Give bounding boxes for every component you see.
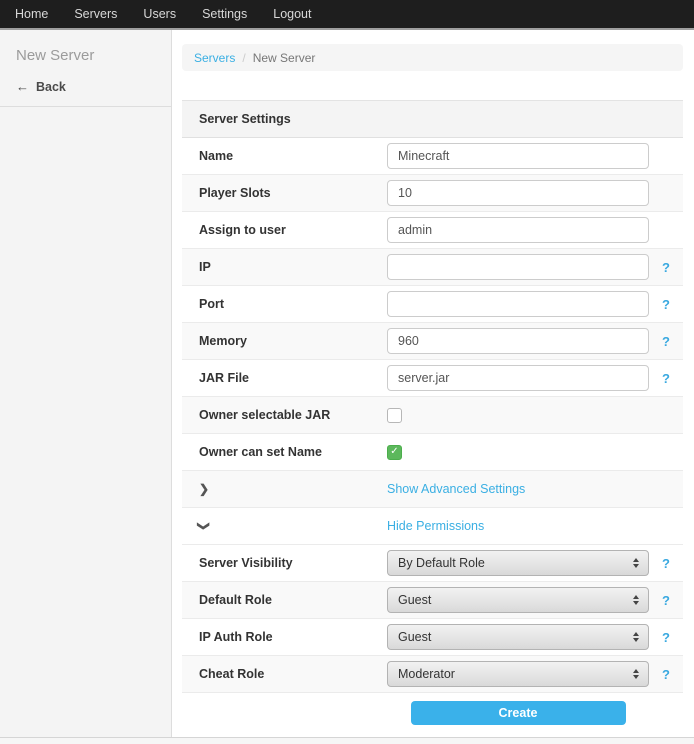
form-row-port: Port? [182,286,683,323]
sidebar: New Server ← Back [0,30,172,737]
chevron-right-icon: ❯ [199,482,209,496]
server-visibility-select[interactable]: By Default Role [387,550,649,576]
ip-auth-role-select[interactable]: Guest [387,624,649,650]
jar-file-input[interactable] [387,365,649,391]
owner-can-set-name-checkbox[interactable]: ✓ [387,445,402,460]
hide-permissions-link[interactable]: Hide Permissions [387,519,484,533]
server-visibility-label: Server Visibility [199,556,293,570]
nav-item-settings[interactable]: Settings [189,0,260,28]
page-bottom-strip [0,737,694,744]
owner-selectable-jar-label: Owner selectable JAR [199,408,330,422]
port-label: Port [199,297,224,311]
ip-input[interactable] [387,254,649,280]
default-role-select[interactable]: Guest [387,587,649,613]
form-row-memory: Memory? [182,323,683,360]
cheat-role-select[interactable]: Moderator [387,661,649,687]
default-role-help-icon[interactable]: ? [662,593,670,608]
assign-to-user-input[interactable] [387,217,649,243]
show-advanced-settings-link[interactable]: Show Advanced Settings [387,482,525,496]
default-role-label: Default Role [199,593,272,607]
ip-auth-role-label: IP Auth Role [199,630,273,644]
player-slots-label: Player Slots [199,186,271,200]
selected-option: Moderator [398,667,633,681]
form-row-name: Name [182,138,683,175]
nav-item-logout[interactable]: Logout [260,0,324,28]
breadcrumb-separator: / [242,51,245,65]
ip-help-icon[interactable]: ? [662,260,670,275]
select-stepper-icon [633,595,639,605]
create-button[interactable]: Create [411,701,626,725]
page-title: New Server [0,30,171,64]
server-visibility-help-icon[interactable]: ? [662,556,670,571]
breadcrumb-servers-link[interactable]: Servers [194,51,235,65]
ip-label: IP [199,260,211,274]
nav-item-servers[interactable]: Servers [61,0,130,28]
form-row-owner-selectable-jar: Owner selectable JAR [182,397,683,434]
table-header: Server Settings [182,101,683,138]
name-label: Name [199,149,233,163]
content-area: New Server ← Back Servers / New Server S… [0,30,694,737]
form-row-ip-auth-role: IP Auth Role Guest? [182,619,683,656]
player-slots-input[interactable] [387,180,649,206]
back-arrow-icon: ← [16,79,29,94]
select-stepper-icon [633,558,639,568]
create-row: Create [182,693,683,733]
name-input[interactable] [387,143,649,169]
nav-item-users[interactable]: Users [130,0,189,28]
back-link-label: Back [36,80,66,94]
jar-file-help-icon[interactable]: ? [662,371,670,386]
form-rows: NamePlayer SlotsAssign to userIP?Port?Me… [182,138,683,693]
breadcrumb: Servers / New Server [182,44,683,71]
memory-label: Memory [199,334,247,348]
jar-file-label: JAR File [199,371,249,385]
port-input[interactable] [387,291,649,317]
table-header-label: Server Settings [199,112,291,126]
form-row-hide-permissions: ❯ Hide Permissions [182,508,683,545]
selected-option: Guest [398,630,633,644]
form-row-server-visibility: Server Visibility By Default Role? [182,545,683,582]
nav-item-home[interactable]: Home [2,0,61,28]
owner-can-set-name-label: Owner can set Name [199,445,322,459]
chevron-down-icon: ❯ [197,521,211,531]
form-row-ip: IP? [182,249,683,286]
top-navbar: Home Servers Users Settings Logout [0,0,694,30]
form-row-show-advanced-settings: ❯ Show Advanced Settings [182,471,683,508]
ip-auth-role-help-icon[interactable]: ? [662,630,670,645]
checkmark-icon: ✓ [390,447,398,457]
memory-help-icon[interactable]: ? [662,334,670,349]
cheat-role-help-icon[interactable]: ? [662,667,670,682]
form-row-assign-to-user: Assign to user [182,212,683,249]
form-row-jar-file: JAR File? [182,360,683,397]
select-stepper-icon [633,632,639,642]
settings-table: Server Settings Name Player Slots Assign t… [182,100,683,733]
select-stepper-icon [633,669,639,679]
form-row-owner-can-set-name: Owner can set Name ✓ [182,434,683,471]
memory-input[interactable] [387,328,649,354]
form-row-default-role: Default Role Guest? [182,582,683,619]
cheat-role-label: Cheat Role [199,667,264,681]
port-help-icon[interactable]: ? [662,297,670,312]
selected-option: By Default Role [398,556,633,570]
selected-option: Guest [398,593,633,607]
form-row-cheat-role: Cheat Role Moderator? [182,656,683,693]
form-row-player-slots: Player Slots [182,175,683,212]
assign-to-user-label: Assign to user [199,223,286,237]
main-panel: Servers / New Server Server Settings Nam… [182,30,683,737]
breadcrumb-current: New Server [253,51,316,65]
owner-selectable-jar-checkbox[interactable] [387,408,402,423]
back-link[interactable]: ← Back [0,75,171,107]
